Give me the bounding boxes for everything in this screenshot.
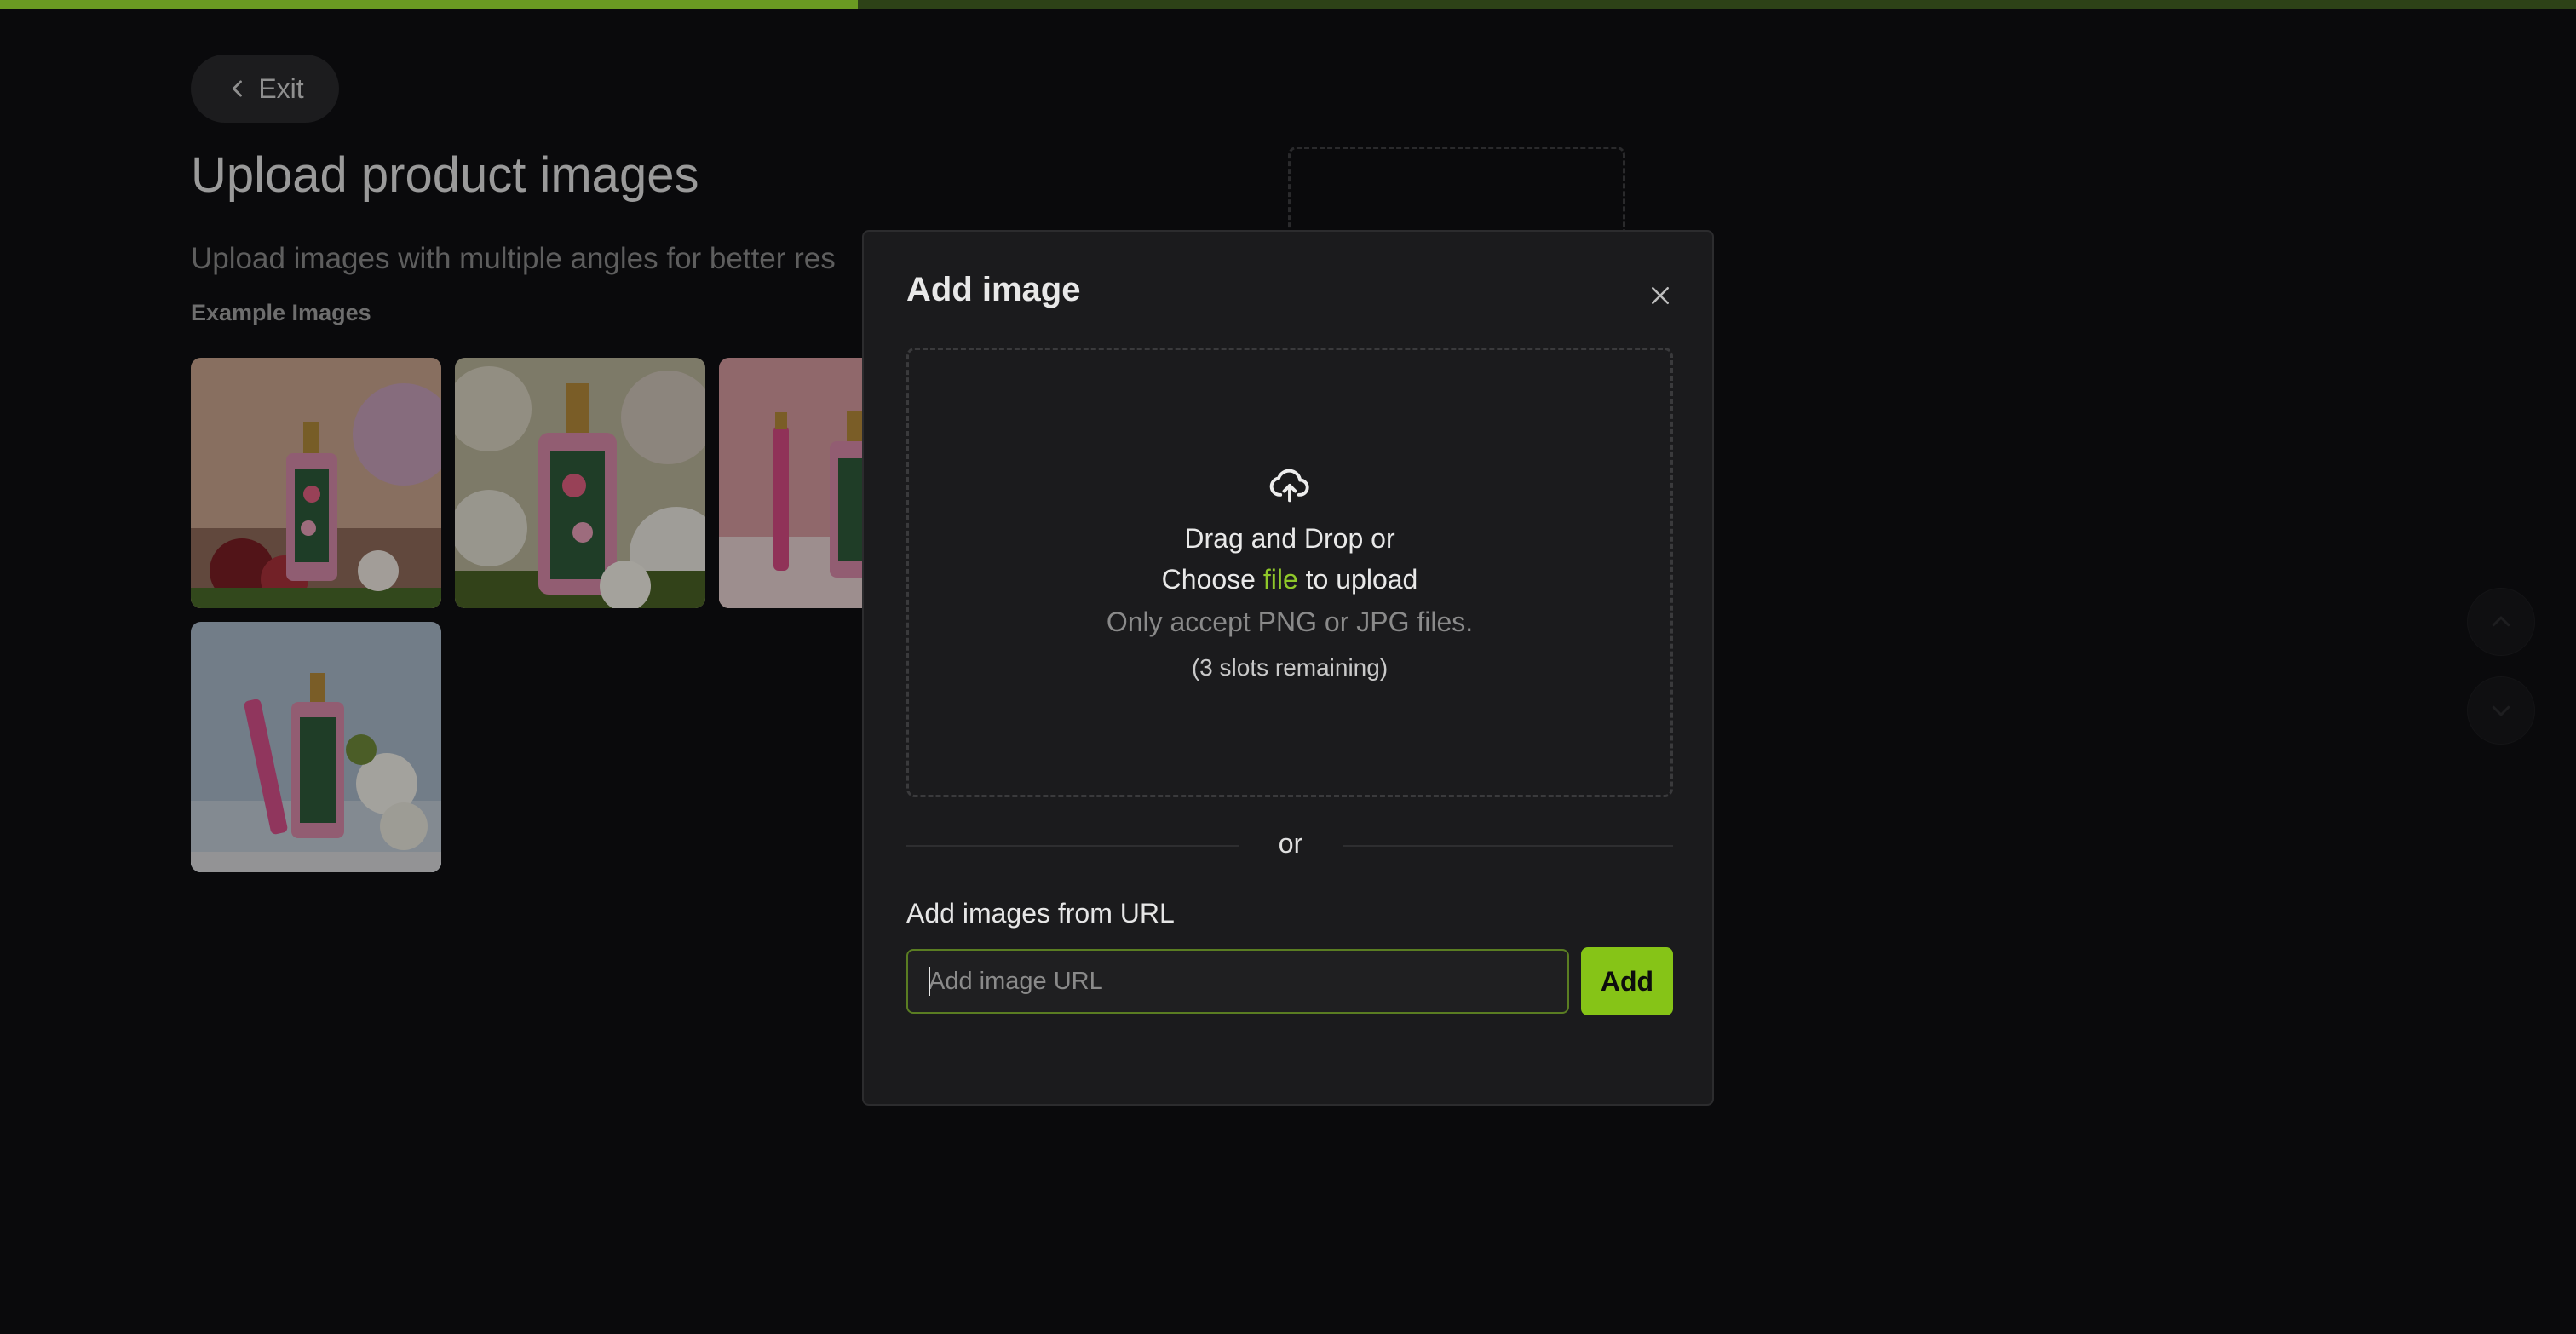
or-separator: or xyxy=(1278,828,1303,859)
text-caret xyxy=(929,967,930,996)
scroll-up-button[interactable] xyxy=(2467,588,2535,656)
page-title: Upload product images xyxy=(191,147,699,203)
close-icon xyxy=(1652,287,1669,304)
example-image[interactable] xyxy=(191,622,441,872)
dropzone-choose-suffix: to upload xyxy=(1297,564,1418,595)
divider xyxy=(1343,845,1673,847)
dropzone-choose-line: Choose file to upload xyxy=(1162,559,1418,600)
scroll-down-button[interactable] xyxy=(2467,676,2535,745)
example-image[interactable] xyxy=(191,358,441,608)
chevron-down-icon xyxy=(2492,705,2510,716)
example-images-label: Example Images xyxy=(191,300,371,325)
divider xyxy=(906,845,1239,847)
slots-remaining: (3 slots remaining) xyxy=(1191,654,1389,681)
url-section-label: Add images from URL xyxy=(906,898,1175,929)
dropzone-choose-prefix: Choose xyxy=(1161,564,1263,595)
progress-bar xyxy=(0,0,2576,9)
add-image-dialog: Add image Drag and Drop or Choose file t… xyxy=(862,230,1714,1106)
upload-page: Exit Upload product images Upload images… xyxy=(0,0,2576,1334)
file-dropzone[interactable]: Drag and Drop or Choose file to upload O… xyxy=(906,348,1673,797)
dropzone-instruction: Drag and Drop or xyxy=(1184,523,1395,554)
chevron-left-icon xyxy=(233,80,243,97)
image-url-input[interactable] xyxy=(906,949,1569,1014)
choose-file-link[interactable]: file xyxy=(1263,564,1298,595)
page-subtitle: Upload images with multiple angles for b… xyxy=(191,242,836,275)
chevron-up-icon xyxy=(2492,616,2510,627)
close-button[interactable] xyxy=(1639,274,1682,317)
dialog-title: Add image xyxy=(906,271,1081,308)
exit-button[interactable]: Exit xyxy=(191,55,339,123)
add-url-button[interactable]: Add xyxy=(1581,947,1673,1015)
exit-label: Exit xyxy=(258,72,304,104)
example-image[interactable] xyxy=(455,358,705,608)
file-type-hint: Only accept PNG or JPG files. xyxy=(1106,607,1474,637)
cloud-upload-icon xyxy=(1269,469,1309,503)
progress-bar-fill xyxy=(0,0,858,9)
